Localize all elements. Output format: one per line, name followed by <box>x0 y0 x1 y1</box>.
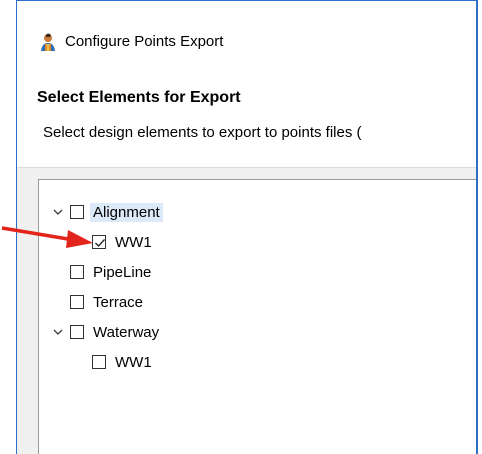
section-title: Select Elements for Export <box>37 89 241 106</box>
tree-item-label: Waterway <box>93 323 160 341</box>
tree-item-alignment[interactable]: Alignment <box>52 200 163 224</box>
tree-item-pipeline[interactable]: PipeLine <box>70 260 154 284</box>
checkbox-terrace[interactable] <box>70 295 84 309</box>
tree-item-terrace[interactable]: Terrace <box>70 290 146 314</box>
header-area: Select Elements for Export Select design… <box>17 59 476 167</box>
tree-item-label: WW1 <box>115 233 152 251</box>
tree-item-label: Alignment <box>90 202 163 222</box>
element-tree[interactable]: Alignment WW1 PipeLine Terrace Waterway … <box>38 179 476 454</box>
tree-item-label: PipeLine <box>93 263 152 281</box>
chevron-down-icon[interactable] <box>52 326 64 338</box>
chevron-down-icon[interactable] <box>52 206 64 218</box>
checkbox-ww1-waterway[interactable] <box>92 355 106 369</box>
tree-item-label: Terrace <box>93 293 144 311</box>
person-icon <box>41 33 55 51</box>
title-bar: Configure Points Export <box>17 1 476 59</box>
tree-item-ww1-alignment[interactable]: WW1 <box>92 230 155 254</box>
red-arrow-icon <box>1 226 93 248</box>
divider <box>17 167 476 168</box>
section-description: Select design elements to export to poin… <box>43 124 362 141</box>
tree-item-waterway[interactable]: Waterway <box>52 320 162 344</box>
checkbox-waterway[interactable] <box>70 325 84 339</box>
checkbox-pipeline[interactable] <box>70 265 84 279</box>
checkbox-alignment[interactable] <box>70 205 84 219</box>
tree-item-label: WW1 <box>115 353 152 371</box>
tree-item-ww1-waterway[interactable]: WW1 <box>92 350 155 374</box>
window-title: Configure Points Export <box>65 33 224 50</box>
